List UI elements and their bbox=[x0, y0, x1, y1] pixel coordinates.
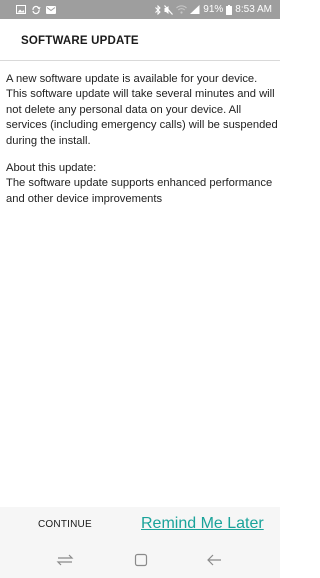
status-bar: 91% 8:53 AM bbox=[0, 0, 280, 19]
app-header: SOFTWARE UPDATE bbox=[0, 19, 280, 61]
recent-apps-icon[interactable] bbox=[55, 550, 75, 570]
mail-icon bbox=[46, 5, 56, 14]
page-title: SOFTWARE UPDATE bbox=[21, 35, 139, 47]
about-heading: About this update: bbox=[6, 162, 97, 175]
wifi-icon bbox=[176, 5, 188, 14]
bluetooth-icon bbox=[155, 4, 161, 15]
back-icon[interactable] bbox=[204, 550, 224, 570]
home-icon[interactable] bbox=[131, 550, 151, 570]
action-bar: CONTINUE Remind Me Later bbox=[0, 507, 280, 541]
remind-me-later-button[interactable]: Remind Me Later bbox=[141, 515, 264, 533]
sync-icon bbox=[31, 5, 41, 15]
intro-text: A new software update is available for y… bbox=[6, 73, 278, 147]
battery-icon bbox=[226, 4, 233, 15]
about-body: The software update supports enhanced pe… bbox=[6, 177, 273, 205]
navigation-bar bbox=[0, 541, 280, 578]
mute-icon bbox=[164, 4, 174, 15]
battery-percent: 91% bbox=[203, 4, 224, 15]
status-time: 8:53 AM bbox=[235, 4, 272, 15]
gallery-icon bbox=[16, 5, 26, 14]
status-right-icons: 91% 8:53 AM bbox=[155, 4, 272, 15]
update-description: A new software update is available for y… bbox=[6, 72, 278, 207]
continue-button[interactable]: CONTINUE bbox=[38, 519, 92, 530]
signal-icon bbox=[190, 5, 200, 14]
status-left-icons bbox=[16, 5, 56, 15]
